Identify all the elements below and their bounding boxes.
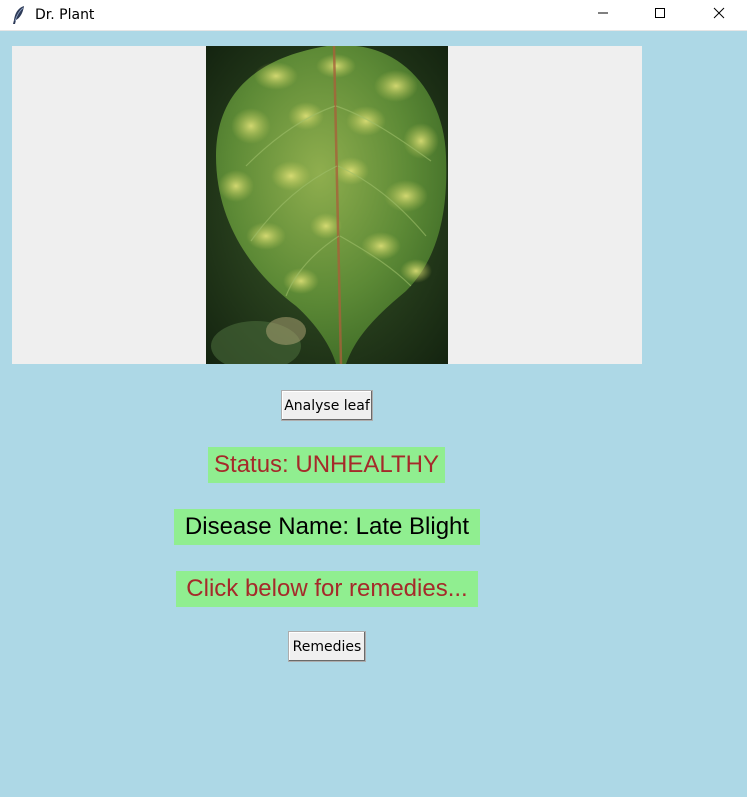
maximize-button[interactable] xyxy=(637,0,683,30)
close-button[interactable] xyxy=(696,0,742,30)
analyse-leaf-button[interactable]: Analyse leaf xyxy=(281,390,373,421)
maximize-icon xyxy=(654,6,666,24)
close-icon xyxy=(713,6,725,24)
minimize-button[interactable] xyxy=(580,0,626,30)
title-bar: Dr. Plant xyxy=(0,0,747,31)
leaf-image xyxy=(206,46,448,364)
status-label: Status: UNHEALTHY xyxy=(208,447,445,483)
remedies-prompt-label: Click below for remedies... xyxy=(176,571,478,607)
window-title: Dr. Plant xyxy=(35,7,95,23)
feather-icon xyxy=(10,5,28,25)
minimize-icon xyxy=(597,6,609,24)
disease-name-label: Disease Name: Late Blight xyxy=(174,509,480,545)
image-canvas xyxy=(12,46,642,364)
remedies-button[interactable]: Remedies xyxy=(288,631,366,662)
